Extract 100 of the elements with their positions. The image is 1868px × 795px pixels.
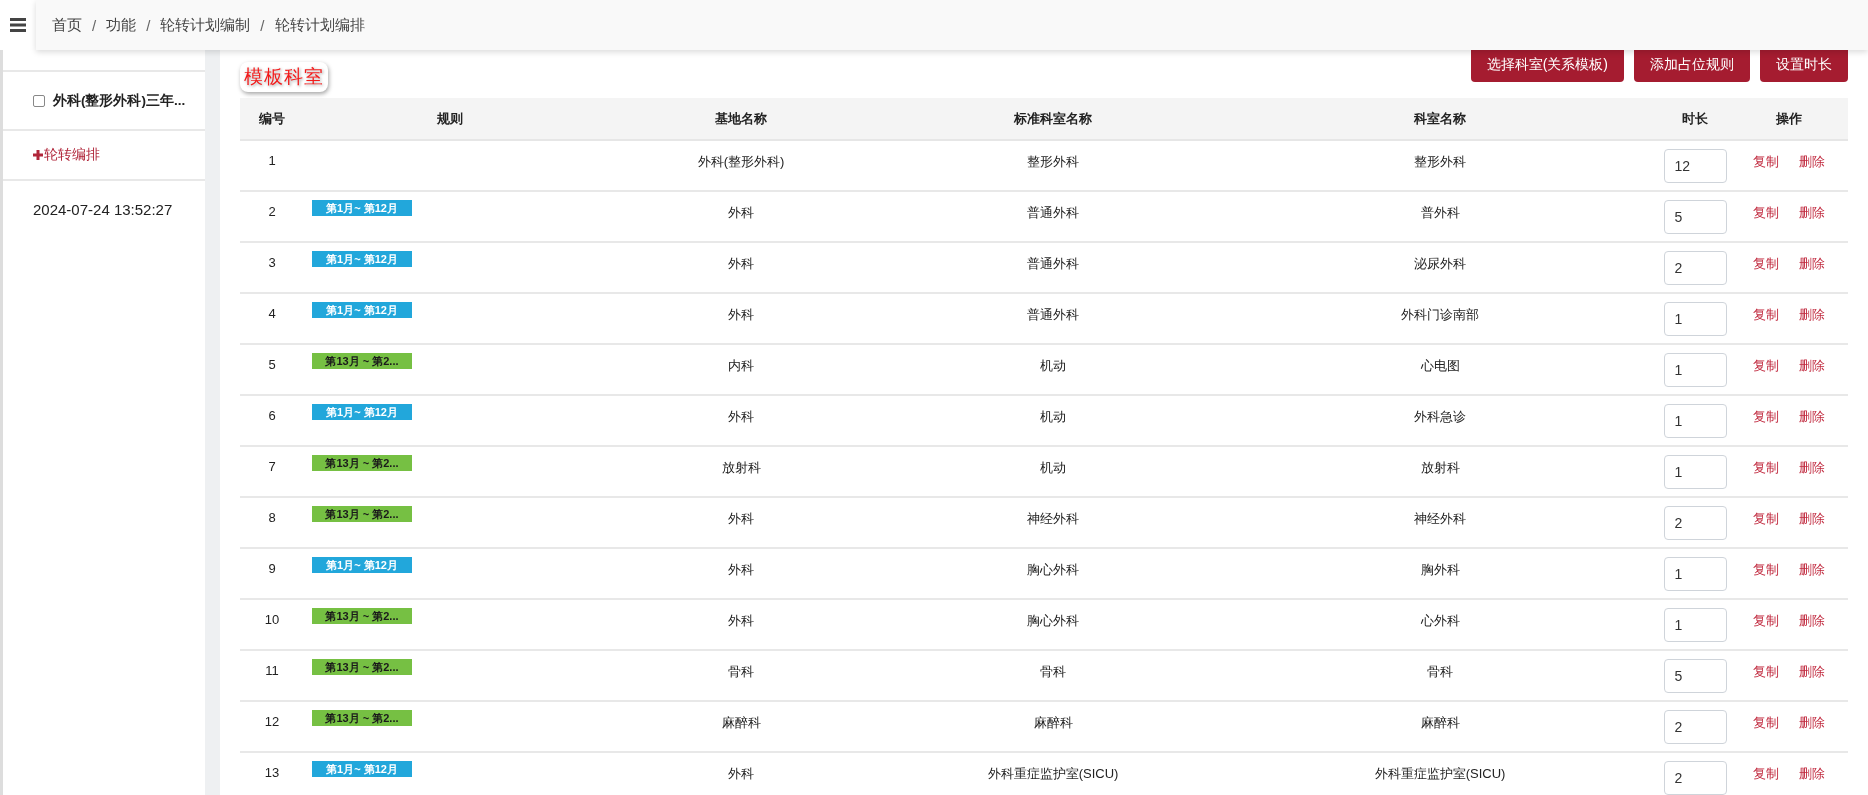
table-cell: 心外科 bbox=[1220, 599, 1660, 650]
table-cell: 内科 bbox=[596, 344, 886, 395]
table-cell: 外科门诊南部 bbox=[1220, 293, 1660, 344]
breadcrumb-item[interactable]: 首页 bbox=[52, 15, 82, 35]
delete-link[interactable]: 删除 bbox=[1799, 460, 1825, 475]
table-cell: 7 bbox=[240, 446, 304, 497]
column-header: 标准科室名称 bbox=[886, 98, 1220, 140]
breadcrumb-separator: / bbox=[92, 16, 97, 34]
copy-link[interactable]: 复制 bbox=[1753, 562, 1779, 577]
copy-link[interactable]: 复制 bbox=[1753, 613, 1779, 628]
rule-tag: 第13月 ~ 第2... bbox=[312, 353, 412, 369]
table-cell: 6 bbox=[240, 395, 304, 446]
rule-tag: 第13月 ~ 第2... bbox=[312, 659, 412, 675]
table-cell: 12 bbox=[240, 701, 304, 752]
delete-link[interactable]: 删除 bbox=[1799, 562, 1825, 577]
duration-field[interactable]: 2 bbox=[1663, 251, 1727, 285]
delete-link[interactable]: 删除 bbox=[1799, 715, 1825, 730]
copy-link[interactable]: 复制 bbox=[1753, 154, 1779, 169]
copy-link[interactable]: 复制 bbox=[1753, 664, 1779, 679]
toolbar-button[interactable]: 添加占位规则 bbox=[1634, 50, 1750, 82]
rule-tag: 第13月 ~ 第2... bbox=[312, 608, 412, 624]
duration-field[interactable]: 1 bbox=[1663, 302, 1727, 336]
copy-link[interactable]: 复制 bbox=[1753, 205, 1779, 220]
table-cell: 麻醉科 bbox=[1220, 701, 1660, 752]
table-cell: 外科重症监护室(SICU) bbox=[1220, 752, 1660, 795]
table-cell: 放射科 bbox=[1220, 446, 1660, 497]
delete-link[interactable]: 删除 bbox=[1799, 664, 1825, 679]
column-header: 时长 bbox=[1660, 98, 1730, 140]
delete-link[interactable]: 删除 bbox=[1799, 766, 1825, 781]
table-cell: 外科 bbox=[596, 395, 886, 446]
table-cell: 整形外科 bbox=[1220, 140, 1660, 191]
menu-icon[interactable] bbox=[10, 18, 26, 32]
rule-tag: 第1月~ 第12月 bbox=[312, 251, 412, 267]
duration-field[interactable]: 5 bbox=[1663, 659, 1727, 693]
column-header: 规则 bbox=[304, 98, 596, 140]
delete-link[interactable]: 删除 bbox=[1799, 307, 1825, 322]
section-title: 模板科室 bbox=[240, 62, 328, 92]
breadcrumb-item[interactable]: 功能 bbox=[106, 15, 137, 35]
delete-link[interactable]: 删除 bbox=[1799, 154, 1825, 169]
copy-link[interactable]: 复制 bbox=[1753, 307, 1779, 322]
toolbar-button[interactable]: 选择科室(关系模板) bbox=[1470, 50, 1624, 82]
copy-link[interactable]: 复制 bbox=[1753, 715, 1779, 730]
duration-field[interactable]: 1 bbox=[1663, 404, 1727, 438]
duration-field[interactable]: 12 bbox=[1663, 149, 1727, 183]
copy-link[interactable]: 复制 bbox=[1753, 256, 1779, 271]
column-header: 科室名称 bbox=[1220, 98, 1660, 140]
rule-tag: 第13月 ~ 第2... bbox=[312, 710, 412, 726]
delete-link[interactable]: 删除 bbox=[1799, 205, 1825, 220]
duration-field[interactable]: 2 bbox=[1663, 761, 1727, 795]
table-cell: 9 bbox=[240, 548, 304, 599]
copy-link[interactable]: 复制 bbox=[1753, 460, 1779, 475]
breadcrumb-item[interactable]: 轮转计划编排 bbox=[274, 15, 365, 35]
rule-tag: 第13月 ~ 第2... bbox=[312, 506, 412, 522]
table-cell: 泌尿外科 bbox=[1220, 242, 1660, 293]
add-rotation-link[interactable]: 轮转编排 bbox=[33, 146, 100, 164]
delete-link[interactable]: 删除 bbox=[1799, 409, 1825, 424]
copy-link[interactable]: 复制 bbox=[1753, 409, 1779, 424]
table-cell: 整形外科 bbox=[886, 140, 1220, 191]
delete-link[interactable]: 删除 bbox=[1799, 511, 1825, 526]
breadcrumb-item[interactable]: 轮转计划编制 bbox=[160, 15, 251, 35]
table-cell: 外科 bbox=[596, 293, 886, 344]
copy-link[interactable]: 复制 bbox=[1753, 358, 1779, 373]
delete-link[interactable]: 删除 bbox=[1799, 613, 1825, 628]
checkbox[interactable] bbox=[33, 94, 45, 107]
table-cell: 放射科 bbox=[596, 446, 886, 497]
table-cell: 外科 bbox=[596, 752, 886, 795]
rule-tag: 第1月~ 第12月 bbox=[312, 761, 412, 777]
rule-tag: 第1月~ 第12月 bbox=[312, 302, 412, 318]
toolbar-button[interactable]: 设置时长 bbox=[1760, 50, 1848, 82]
table-cell: 机动 bbox=[886, 446, 1220, 497]
table-cell: 胸外科 bbox=[1220, 548, 1660, 599]
duration-field[interactable]: 1 bbox=[1663, 353, 1727, 387]
table-cell: 外科 bbox=[596, 548, 886, 599]
table-cell: 心电图 bbox=[1220, 344, 1660, 395]
duration-field[interactable]: 5 bbox=[1663, 200, 1727, 234]
delete-link[interactable]: 删除 bbox=[1799, 358, 1825, 373]
table-cell: 神经外科 bbox=[886, 497, 1220, 548]
timestamp: 2024-07-24 13:52:27 bbox=[33, 201, 173, 218]
breadcrumb-separator: / bbox=[260, 16, 265, 34]
table-cell: 机动 bbox=[886, 344, 1220, 395]
table-cell: 骨科 bbox=[596, 650, 886, 701]
table-cell: 麻醉科 bbox=[596, 701, 886, 752]
duration-field[interactable]: 1 bbox=[1663, 557, 1727, 591]
table-cell: 外科(整形外科) bbox=[596, 140, 886, 191]
plan-name[interactable]: 外科(整形外科)三年... bbox=[53, 91, 186, 110]
rule-tag: 第1月~ 第12月 bbox=[312, 557, 412, 573]
copy-link[interactable]: 复制 bbox=[1753, 511, 1779, 526]
table-cell: 3 bbox=[240, 242, 304, 293]
table-cell: 1 bbox=[240, 140, 304, 191]
rule-tag: 第1月~ 第12月 bbox=[312, 404, 412, 420]
duration-field[interactable]: 1 bbox=[1663, 455, 1727, 489]
delete-link[interactable]: 删除 bbox=[1799, 256, 1825, 271]
duration-field[interactable]: 1 bbox=[1663, 608, 1727, 642]
copy-link[interactable]: 复制 bbox=[1753, 766, 1779, 781]
table-cell: 8 bbox=[240, 497, 304, 548]
table-cell: 外科 bbox=[596, 242, 886, 293]
column-header: 编号 bbox=[240, 98, 304, 140]
table-cell: 5 bbox=[240, 344, 304, 395]
duration-field[interactable]: 2 bbox=[1663, 506, 1727, 540]
duration-field[interactable]: 2 bbox=[1663, 710, 1727, 744]
